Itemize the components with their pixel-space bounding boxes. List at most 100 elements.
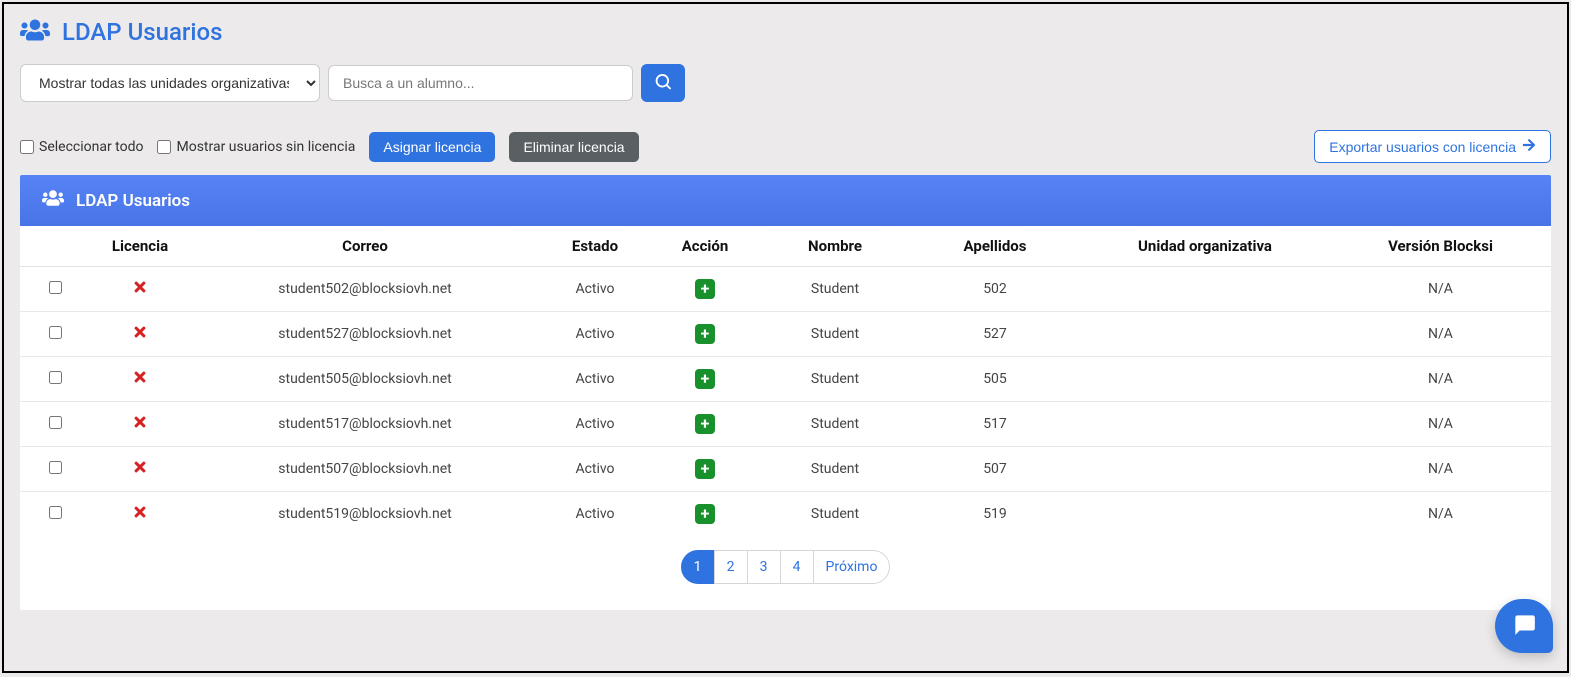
- accion-cell: +: [650, 402, 760, 447]
- license-cell: [90, 447, 190, 492]
- table-row: student517@blocksiovh.net Activo + Stude…: [20, 402, 1551, 447]
- export-label: Exportar usuarios con licencia: [1329, 139, 1516, 155]
- add-action-button[interactable]: +: [695, 504, 715, 524]
- row-check-cell: [20, 267, 90, 312]
- users-table: Licencia Correo Estado Acción Nombre Ape…: [20, 226, 1551, 536]
- add-action-button[interactable]: +: [695, 369, 715, 389]
- estado-cell: Activo: [540, 267, 650, 312]
- page-item-2[interactable]: 2: [714, 550, 748, 584]
- apellidos-cell: 507: [910, 447, 1080, 492]
- ou-cell: [1080, 357, 1330, 402]
- arrow-right-icon: [1522, 138, 1536, 155]
- search-button[interactable]: [641, 64, 685, 102]
- add-action-button[interactable]: +: [695, 324, 715, 344]
- chat-fab[interactable]: [1495, 599, 1553, 653]
- email-cell: student517@blocksiovh.net: [190, 402, 540, 447]
- nombre-cell: Student: [760, 492, 910, 537]
- table-row: student519@blocksiovh.net Activo + Stude…: [20, 492, 1551, 537]
- x-icon: [132, 279, 148, 299]
- ou-cell: [1080, 492, 1330, 537]
- version-cell: N/A: [1330, 492, 1551, 537]
- th-check: [20, 226, 90, 267]
- filter-row: Mostrar todas las unidades organizativas: [10, 64, 1561, 130]
- th-estado: Estado: [540, 226, 650, 267]
- email-cell: student507@blocksiovh.net: [190, 447, 540, 492]
- select-all-checkbox[interactable]: [20, 140, 34, 154]
- estado-cell: Activo: [540, 402, 650, 447]
- accion-cell: +: [650, 357, 760, 402]
- license-cell: [90, 267, 190, 312]
- license-cell: [90, 492, 190, 537]
- th-accion: Acción: [650, 226, 760, 267]
- page-item-4[interactable]: 4: [780, 550, 814, 584]
- apellidos-cell: 505: [910, 357, 1080, 402]
- ou-cell: [1080, 312, 1330, 357]
- panel-title: LDAP Usuarios: [76, 191, 190, 211]
- license-cell: [90, 357, 190, 402]
- nombre-cell: Student: [760, 267, 910, 312]
- row-check-cell: [20, 402, 90, 447]
- x-icon: [132, 459, 148, 479]
- row-check-cell: [20, 312, 90, 357]
- show-unlicensed-checkbox-wrap[interactable]: Mostrar usuarios sin licencia: [157, 139, 355, 155]
- ou-cell: [1080, 402, 1330, 447]
- add-action-button[interactable]: +: [695, 279, 715, 299]
- nombre-cell: Student: [760, 312, 910, 357]
- page-title: LDAP Usuarios: [62, 18, 223, 46]
- th-apellidos: Apellidos: [910, 226, 1080, 267]
- version-cell: N/A: [1330, 357, 1551, 402]
- row-checkbox[interactable]: [49, 416, 62, 429]
- x-icon: [132, 414, 148, 434]
- select-all-checkbox-wrap[interactable]: Seleccionar todo: [20, 139, 143, 155]
- row-checkbox[interactable]: [49, 371, 62, 384]
- row-checkbox[interactable]: [49, 461, 62, 474]
- version-cell: N/A: [1330, 447, 1551, 492]
- add-action-button[interactable]: +: [695, 459, 715, 479]
- panel-header: LDAP Usuarios: [20, 175, 1551, 226]
- show-unlicensed-checkbox[interactable]: [157, 140, 171, 154]
- apellidos-cell: 517: [910, 402, 1080, 447]
- version-cell: N/A: [1330, 402, 1551, 447]
- apellidos-cell: 519: [910, 492, 1080, 537]
- license-cell: [90, 312, 190, 357]
- page-next[interactable]: Próximo: [813, 550, 891, 584]
- nombre-cell: Student: [760, 447, 910, 492]
- add-action-button[interactable]: +: [695, 414, 715, 434]
- ou-cell: [1080, 447, 1330, 492]
- x-icon: [132, 324, 148, 344]
- assign-license-button[interactable]: Asignar licencia: [369, 132, 495, 162]
- page-item-1[interactable]: 1: [681, 550, 715, 584]
- table-row: student505@blocksiovh.net Activo + Stude…: [20, 357, 1551, 402]
- remove-license-button[interactable]: Eliminar licencia: [509, 132, 638, 162]
- x-icon: [132, 369, 148, 389]
- row-check-cell: [20, 492, 90, 537]
- search-input[interactable]: [328, 65, 633, 101]
- th-unidad: Unidad organizativa: [1080, 226, 1330, 267]
- pagination: 1234Próximo: [20, 536, 1551, 610]
- email-cell: student519@blocksiovh.net: [190, 492, 540, 537]
- page-item-3[interactable]: 3: [747, 550, 781, 584]
- accion-cell: +: [650, 447, 760, 492]
- users-panel: LDAP Usuarios Licencia Correo Estado Acc…: [20, 175, 1551, 610]
- chat-icon: [1511, 611, 1537, 641]
- email-cell: student502@blocksiovh.net: [190, 267, 540, 312]
- table-row: student527@blocksiovh.net Activo + Stude…: [20, 312, 1551, 357]
- estado-cell: Activo: [540, 492, 650, 537]
- th-licencia: Licencia: [90, 226, 190, 267]
- accion-cell: +: [650, 492, 760, 537]
- th-version: Versión Blocksi: [1330, 226, 1551, 267]
- row-checkbox[interactable]: [49, 281, 62, 294]
- page-title-wrap: LDAP Usuarios: [10, 10, 1561, 64]
- toolbar: Seleccionar todo Mostrar usuarios sin li…: [10, 130, 1561, 175]
- select-all-label: Seleccionar todo: [39, 139, 143, 155]
- row-checkbox[interactable]: [49, 326, 62, 339]
- accion-cell: +: [650, 312, 760, 357]
- th-nombre: Nombre: [760, 226, 910, 267]
- apellidos-cell: 502: [910, 267, 1080, 312]
- row-checkbox[interactable]: [49, 506, 62, 519]
- x-icon: [132, 504, 148, 524]
- search-icon: [655, 74, 671, 93]
- export-licensed-button[interactable]: Exportar usuarios con licencia: [1314, 130, 1551, 163]
- email-cell: student527@blocksiovh.net: [190, 312, 540, 357]
- ou-select[interactable]: Mostrar todas las unidades organizativas: [20, 64, 320, 102]
